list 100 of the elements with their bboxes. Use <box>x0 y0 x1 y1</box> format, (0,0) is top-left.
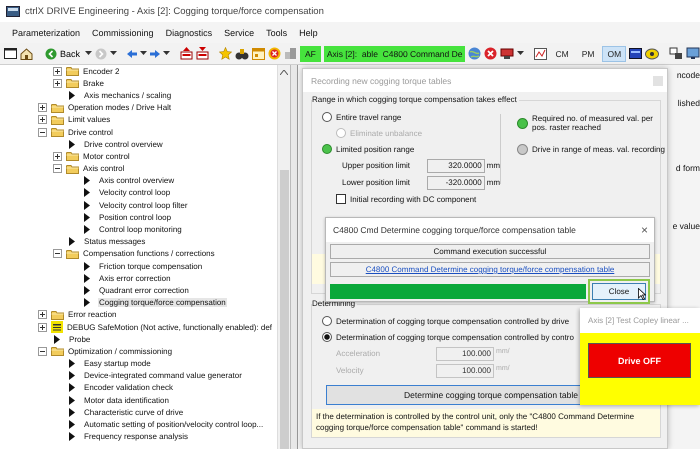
app-logo-icon <box>6 6 20 16</box>
document-down-icon[interactable] <box>196 47 210 60</box>
block-icon[interactable] <box>284 47 298 60</box>
tree-item[interactable]: Operation modes / Drive Halt <box>0 102 277 114</box>
tree-item[interactable]: Encoder validation check <box>0 382 277 394</box>
document-up-icon[interactable] <box>180 47 194 60</box>
popup-title: Axis [2] Test Copley linear ... <box>587 315 690 327</box>
mode-button[interactable]: OM <box>602 46 626 62</box>
number-field: 100.000 <box>436 346 494 360</box>
tree-item[interactable]: Limit values <box>0 114 277 126</box>
caret-icon[interactable] <box>163 51 170 56</box>
tree-item[interactable]: Motor data identification <box>0 394 277 406</box>
chart-icon[interactable] <box>534 48 548 60</box>
tree-item[interactable]: Probe <box>0 333 277 346</box>
status-field: Axis [2]: able C4800 Command De <box>324 46 466 62</box>
expand-icon[interactable] <box>38 310 47 320</box>
tree-item[interactable]: Axis mechanics / scaling <box>0 89 277 102</box>
menu-item[interactable]: Help <box>293 28 324 38</box>
arrow-icon <box>69 140 75 149</box>
globe-icon[interactable] <box>468 47 482 60</box>
tree-item[interactable]: Encoder 2 <box>0 65 277 78</box>
scrollbar[interactable] <box>277 65 290 449</box>
number-field[interactable]: 320.0000 <box>426 158 485 172</box>
menu-item[interactable]: Service <box>218 28 260 38</box>
caret-icon[interactable] <box>110 51 118 56</box>
checkbox[interactable] <box>336 194 346 204</box>
tree-item[interactable]: Automatic setting of position/velocity control loop... <box>0 418 277 431</box>
radio-button[interactable] <box>322 332 332 342</box>
tree-item[interactable]: Easy startup mode <box>0 358 277 370</box>
collapse-icon[interactable] <box>53 249 62 258</box>
caret-icon[interactable] <box>85 51 92 56</box>
monitor-icon[interactable] <box>686 47 700 60</box>
tree-item[interactable]: Status messages <box>0 236 277 248</box>
tree-item[interactable]: Device-integrated command value generator <box>0 370 277 382</box>
tree-item[interactable]: Motor control <box>0 150 277 162</box>
collapse-icon[interactable] <box>38 346 47 356</box>
label-text: ncode <box>676 70 700 80</box>
collapse-icon[interactable] <box>38 128 47 137</box>
mode-button[interactable]: CM <box>550 46 574 62</box>
caret-icon[interactable] <box>517 51 524 56</box>
scroll-up-icon[interactable] <box>280 70 288 75</box>
expand-icon[interactable] <box>53 78 62 88</box>
scrollbar-thumb[interactable] <box>280 170 288 449</box>
panel-icon[interactable] <box>629 48 642 59</box>
mode-button[interactable]: PM <box>576 46 600 62</box>
tree-item[interactable]: Quadrant error correction <box>0 284 277 297</box>
info-note: If the determination is controlled by the control unit, only the "C4800 Command Determine cogging torque/force compensation table" command is started! <box>312 409 660 437</box>
tree-item[interactable]: Velocity control loop <box>0 186 277 200</box>
tree-item[interactable]: Drive control <box>0 126 277 138</box>
unit-label: mm <box>486 161 500 170</box>
radio-label: Entire travel range <box>336 112 402 122</box>
expand-icon[interactable] <box>38 115 47 124</box>
tree-item[interactable]: Axis control overview <box>0 174 277 187</box>
radio-button[interactable] <box>322 112 332 122</box>
tree-item[interactable]: Drive control overview <box>0 138 277 150</box>
tree-item[interactable]: Axis error correction <box>0 272 277 284</box>
tree-item[interactable]: Frequency response analysis <box>0 430 277 443</box>
tree-item[interactable]: Control loop monitoring <box>0 223 277 236</box>
warning-sign-icon <box>51 321 63 334</box>
window-icon[interactable] <box>4 48 17 59</box>
tree-item[interactable]: Brake <box>0 77 277 90</box>
expand-icon[interactable] <box>38 103 47 112</box>
close-button[interactable]: × <box>640 223 648 237</box>
tree-item[interactable]: Friction torque compensation <box>0 260 277 272</box>
window-title: ctrlX DRIVE Engineering - Axis [2]: Cogging torque/force compensation <box>25 6 324 16</box>
tree-item[interactable]: DEBUG SafeMotion (Not active, functionally enabled): def <box>0 320 277 334</box>
error-circle-icon[interactable] <box>484 47 498 60</box>
expand-icon[interactable] <box>53 152 62 161</box>
radio-button[interactable] <box>322 316 332 326</box>
number-field[interactable]: -320.0000 <box>426 176 485 190</box>
close-button[interactable]: Close <box>592 283 646 300</box>
tree-item[interactable]: Axis control <box>0 162 277 175</box>
menu-item[interactable]: Commissioning <box>86 28 160 38</box>
field-label: Acceleration <box>336 349 382 358</box>
folder-icon <box>66 164 79 174</box>
tree-item[interactable]: Optimization / commissioning <box>0 345 277 358</box>
folder-icon <box>66 66 79 76</box>
tree-item[interactable]: Position control loop <box>0 211 277 224</box>
expand-icon[interactable] <box>38 322 47 332</box>
tree-item[interactable]: Compensation functions / corrections <box>0 248 277 260</box>
caret-icon[interactable] <box>140 51 148 56</box>
tree-item[interactable]: Error reaction <box>0 308 277 321</box>
home-icon[interactable] <box>20 48 33 60</box>
star-icon[interactable] <box>219 47 232 60</box>
menu-item[interactable]: Parameterization <box>6 28 86 38</box>
menu-item[interactable]: Tools <box>260 28 294 38</box>
tree-item[interactable]: Cogging torque/force compensation <box>0 296 277 309</box>
tree-item[interactable]: Characteristic curve of drive <box>0 406 277 418</box>
radio-button[interactable] <box>322 144 332 154</box>
drive-off-button[interactable]: Drive OFF <box>588 343 691 378</box>
tree-item[interactable]: Velocity control loop filter <box>0 199 277 212</box>
right-arrow-icon[interactable] <box>150 50 160 58</box>
expand-icon[interactable] <box>53 66 62 76</box>
status-field: AF <box>300 46 321 62</box>
menu-item[interactable]: Diagnostics <box>160 28 218 38</box>
device-icon[interactable] <box>500 48 514 60</box>
binoculars-icon[interactable] <box>235 48 250 60</box>
back-button[interactable]: Back <box>43 48 82 60</box>
left-arrow-icon[interactable] <box>127 50 138 58</box>
collapse-icon[interactable] <box>53 164 62 174</box>
